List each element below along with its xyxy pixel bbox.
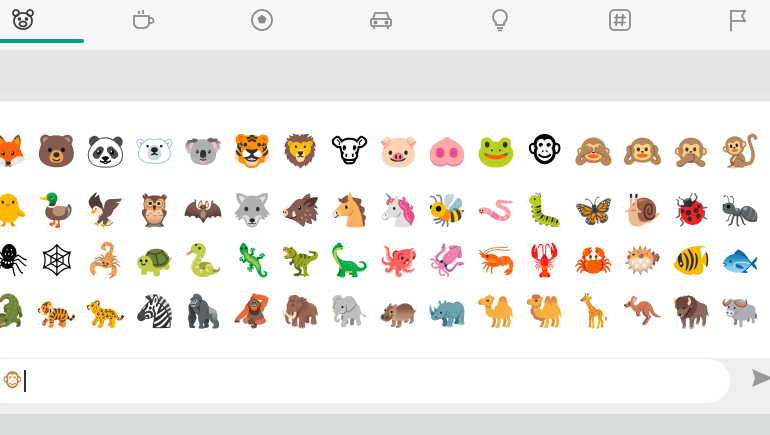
emoji-cell[interactable]: 🦄 (374, 186, 422, 234)
emoji-cell[interactable]: 🦘 (618, 287, 666, 335)
emoji-cell[interactable]: 🐥 (0, 186, 32, 234)
emoji-cell[interactable]: 🐟 (716, 236, 764, 284)
car-icon (368, 7, 394, 37)
emoji-cell[interactable]: 🐒 (716, 127, 764, 175)
emoji-cell[interactable]: 🐸 (472, 127, 520, 175)
selected-tab-indicator (0, 39, 84, 43)
emoji-cell[interactable]: 🦀 (570, 236, 618, 284)
emoji-cell[interactable]: 🐵 (521, 127, 569, 175)
emoji-cell[interactable]: 🦂 (82, 236, 130, 284)
send-button[interactable] (746, 364, 770, 396)
emoji-cell[interactable]: 🐍 (179, 236, 227, 284)
emoji-cell[interactable]: 🦏 (423, 287, 471, 335)
emoji-cell[interactable]: 🦓 (130, 287, 178, 335)
emoji-cell[interactable]: 🐺 (228, 186, 276, 234)
soccer-ball-icon (249, 7, 275, 37)
emoji-row: 🐊🐅🐆🦓🦍🦧🦣🐘🦛🦏🐪🐫🦒🦘🦬🐃 (0, 287, 770, 339)
tab-travel[interactable] (336, 0, 426, 50)
emoji-category-tabbar (0, 0, 770, 50)
emoji-cell[interactable]: 🐫 (521, 287, 569, 335)
emoji-cell[interactable]: 🦇 (179, 186, 227, 234)
emoji-grid-panel: 🦊🐻🐼🐻‍❄️🐨🐯🦁🐮🐷🐽🐸🐵🙈🙉🙊🐒🐥🦆🦅🦉🦇🐺🐗🐴🦄🐝🪱🐛🦋🐌🐞🐜🕷🕸🦂🐢🐍… (0, 100, 770, 359)
emoji-cell[interactable]: 🐙 (374, 236, 422, 284)
emoji-cell[interactable]: 🐡 (618, 236, 666, 284)
hash-symbol-icon (607, 7, 633, 37)
emoji-cell[interactable]: 🦊 (0, 127, 32, 175)
light-bulb-icon (487, 7, 513, 37)
emoji-cell[interactable]: 🦉 (130, 186, 178, 234)
emoji-cell[interactable]: 🙉 (618, 127, 666, 175)
emoji-cell[interactable]: 🪱 (472, 186, 520, 234)
emoji-cell[interactable]: 🦎 (228, 236, 276, 284)
emoji-cell[interactable]: 🐽 (423, 127, 471, 175)
emoji-cell[interactable]: 🦍 (179, 287, 227, 335)
emoji-cell[interactable]: 🐆 (82, 287, 130, 335)
input-emoji-value: 🐵 (2, 370, 23, 392)
emoji-cell[interactable]: 🐪 (472, 287, 520, 335)
emoji-row: 🐥🦆🦅🦉🦇🐺🐗🐴🦄🐝🪱🐛🦋🐌🐞🐜 (0, 186, 770, 238)
emoji-cell[interactable]: 🦅 (82, 186, 130, 234)
flag-icon (725, 7, 751, 37)
emoji-cell[interactable]: 🦞 (521, 236, 569, 284)
emoji-cell[interactable]: 🕸 (33, 236, 81, 284)
emoji-cell[interactable]: 🐊 (0, 287, 32, 335)
emoji-cell[interactable]: 🐷 (374, 127, 422, 175)
emoji-cell[interactable]: 🐅 (33, 287, 81, 335)
tab-objects[interactable] (455, 0, 545, 50)
emoji-cell[interactable]: 🦖 (277, 236, 325, 284)
emoji-cell[interactable]: 🦒 (570, 287, 618, 335)
emoji-cell[interactable]: 🐞 (667, 186, 715, 234)
emoji-cell[interactable]: 🐻‍❄️ (130, 127, 178, 175)
bottom-strip (0, 414, 770, 435)
text-caret (23, 370, 26, 392)
emoji-cell[interactable]: 🦁 (277, 127, 325, 175)
bear-face-icon (10, 7, 36, 37)
emoji-cell[interactable]: 🦛 (374, 287, 422, 335)
emoji-search-strip[interactable] (0, 50, 770, 94)
emoji-cell[interactable]: 🦆 (33, 186, 81, 234)
emoji-cell[interactable]: 🐠 (667, 236, 715, 284)
emoji-cell[interactable]: 🐯 (228, 127, 276, 175)
emoji-cell[interactable]: 🐢 (130, 236, 178, 284)
emoji-cell[interactable]: 🐮 (326, 127, 374, 175)
emoji-cell[interactable]: 🙈 (570, 127, 618, 175)
tab-food[interactable] (98, 0, 188, 50)
emoji-cell[interactable]: 🦣 (277, 287, 325, 335)
emoji-cell[interactable]: 🦬 (667, 287, 715, 335)
emoji-cell[interactable]: 🦐 (472, 236, 520, 284)
emoji-row: 🦊🐻🐼🐻‍❄️🐨🐯🦁🐮🐷🐽🐸🐵🙈🙉🙊🐒 (0, 127, 770, 179)
emoji-cell[interactable]: 🦕 (326, 236, 374, 284)
emoji-cell[interactable]: 🐴 (326, 186, 374, 234)
emoji-cell[interactable]: 🐼 (82, 127, 130, 175)
coffee-cup-icon (130, 7, 156, 37)
emoji-cell[interactable]: 🦧 (228, 287, 276, 335)
emoji-row: 🕷🕸🦂🐢🐍🦎🦖🦕🐙🦑🦐🦞🦀🐡🐠🐟 (0, 236, 770, 288)
emoji-cell[interactable]: 🕷 (0, 236, 32, 284)
emoji-cell[interactable]: 🐗 (277, 186, 325, 234)
emoji-cell[interactable]: 🐌 (618, 186, 666, 234)
emoji-cell[interactable]: 🐻 (33, 127, 81, 175)
emoji-cell[interactable]: 🐝 (423, 186, 471, 234)
message-input[interactable]: 🐵 (0, 359, 730, 403)
emoji-cell[interactable]: 🐨 (179, 127, 227, 175)
emoji-cell[interactable]: 🦑 (423, 236, 471, 284)
emoji-cell[interactable]: 🦋 (570, 186, 618, 234)
emoji-cell[interactable]: 🐃 (716, 287, 764, 335)
emoji-cell[interactable]: 🐘 (326, 287, 374, 335)
send-arrow-icon (749, 365, 770, 395)
emoji-cell[interactable]: 🙊 (667, 127, 715, 175)
emoji-cell[interactable]: 🐛 (521, 186, 569, 234)
tab-flags[interactable] (693, 0, 770, 50)
tab-symbols[interactable] (575, 0, 665, 50)
tab-activity[interactable] (217, 0, 307, 50)
emoji-cell[interactable]: 🐜 (716, 186, 764, 234)
